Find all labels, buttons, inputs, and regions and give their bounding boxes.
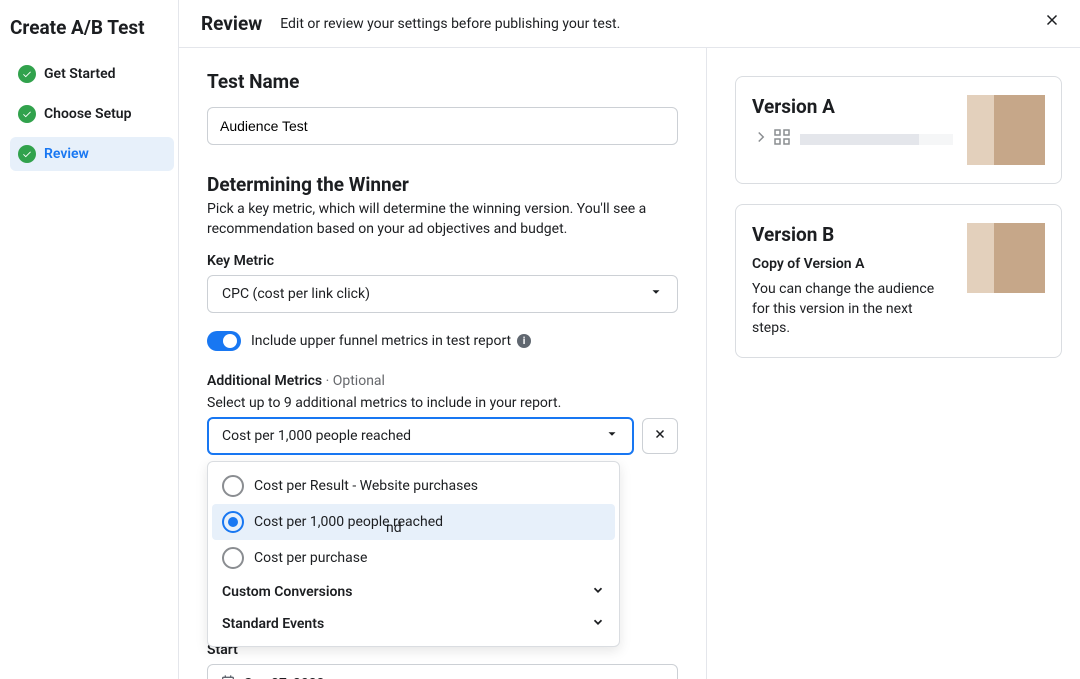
winner-desc: Pick a key metric, which will determine … [207,200,678,239]
option-label: Cost per 1,000 people reached [254,514,443,530]
radio-icon [222,475,244,497]
step-choose-setup[interactable]: Choose Setup [10,97,174,131]
close-button[interactable] [1040,10,1064,34]
group-label: Standard Events [222,616,324,632]
header: Review Edit or review your settings befo… [179,0,1080,48]
step-review[interactable]: Review [10,137,174,171]
check-icon [18,105,36,123]
header-title: Review [201,12,262,35]
version-b-title: Version B [752,223,953,246]
remove-metric-button[interactable] [642,418,678,454]
option-label: Cost per Result - Website purchases [254,478,478,494]
radio-icon [222,511,244,533]
dropdown-group-standard[interactable]: Standard Events [212,608,615,640]
additional-metric-value: Cost per 1,000 people reached [222,428,411,444]
version-b-card: Version B Copy of Version A You can chan… [735,204,1062,358]
upper-funnel-toggle[interactable] [207,331,241,351]
additional-sublabel: Select up to 9 additional metrics to inc… [207,395,678,411]
group-label: Custom Conversions [222,584,352,600]
option-label: Cost per purchase [254,550,367,566]
key-metric-select[interactable]: CPC (cost per link click) [207,275,678,313]
dropdown-option-cpr-purchases[interactable]: Cost per Result - Website purchases [212,468,615,504]
version-b-subtitle: Copy of Version A [752,256,953,272]
version-b-thumbnail [967,223,1045,293]
check-icon [18,65,36,83]
partial-text: nd [386,520,402,536]
chevron-down-icon [591,615,605,633]
radio-icon [222,547,244,569]
dropdown-option-cpm-reached[interactable]: Cost per 1,000 people reached [212,504,615,540]
close-icon [1043,11,1061,33]
caret-down-icon [649,285,663,303]
version-b-desc: You can change the audience for this ver… [752,280,953,339]
sidebar: Create A/B Test Get Started Choose Setup… [0,0,179,679]
chevron-down-icon [591,583,605,601]
key-metric-value: CPC (cost per link click) [222,286,370,302]
key-metric-label: Key Metric [207,253,678,269]
grid-icon [774,129,794,149]
check-icon [18,145,36,163]
test-name-label: Test Name [207,70,678,93]
start-date-input[interactable]: Sep 27, 2022 [207,664,678,679]
calendar-icon [220,674,244,679]
version-a-thumbnail [967,95,1045,165]
test-name-input[interactable] [207,107,678,145]
version-a-title: Version A [752,95,953,118]
close-icon [653,427,667,445]
dropdown-option-cpp[interactable]: Cost per purchase [212,540,615,576]
additional-label: Additional Metrics · Optional [207,373,678,389]
versions-panel: Version A [707,48,1080,679]
additional-metric-select[interactable]: Cost per 1,000 people reached [207,417,634,455]
step-label: Review [44,146,89,162]
progress-placeholder [800,134,953,145]
toggle-row: Include upper funnel metrics in test rep… [207,331,678,351]
caret-down-icon [605,427,619,445]
winner-title: Determining the Winner [207,173,678,196]
form-area: Test Name Determining the Winner Pick a … [179,48,707,679]
info-icon[interactable]: i [517,334,531,348]
chevron-right-icon[interactable] [752,128,774,150]
toggle-label: Include upper funnel metrics in test rep… [251,333,511,349]
header-subtitle: Edit or review your settings before publ… [280,16,620,32]
version-a-card: Version A [735,76,1062,184]
metric-dropdown: Cost per Result - Website purchases Cost… [207,461,620,647]
sidebar-title: Create A/B Test [10,16,174,39]
step-label: Get Started [44,66,116,82]
dropdown-group-custom[interactable]: Custom Conversions [212,576,615,608]
step-get-started[interactable]: Get Started [10,57,174,91]
step-label: Choose Setup [44,106,132,122]
